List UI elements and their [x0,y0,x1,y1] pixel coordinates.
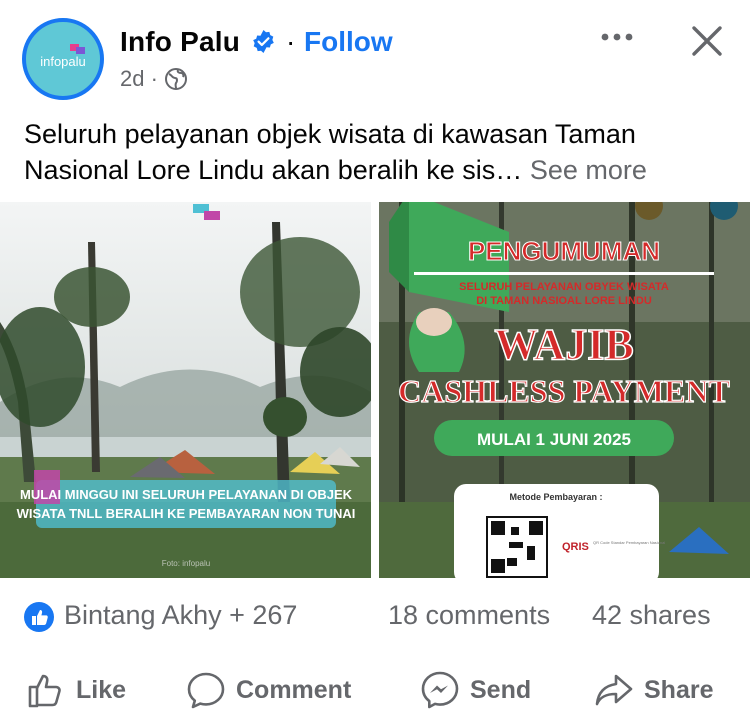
poster-payment-title: Metode Pembayaran : [509,492,602,502]
send-label: Send [470,675,532,704]
verified-badge-icon [253,30,274,53]
follow-button[interactable]: Follow [304,26,393,58]
more-horizontal-icon [601,33,633,41]
post-header: infopalu Info Palu · Follow 2d · [0,0,750,110]
poster-subline-1: SELURUH PELAYANAN OBYEK WISATA [459,281,669,293]
post-meta: 2d · [120,66,188,92]
poster-subline-2: DI TAMAN NASIOAL LORE LINDU [476,295,652,307]
reaction-stats: Bintang Akhy + 267 18 comments 42 shares [0,596,750,640]
poster-date-banner: MULAI 1 JUNI 2025 [477,430,631,449]
share-label: Share [644,675,714,704]
header-separator: · [286,26,296,57]
announcement-poster-image: PENGUMUMAN SELURUH PELAYANAN OBYEK WISAT… [379,202,750,578]
photo-grid: MULAI MINGGU INI SELURUH PELAYANAN DI OB… [0,202,750,578]
comment-button[interactable]: Comment [186,668,351,712]
post-text: Seluruh pelayanan objek wisata di kawasa… [24,116,729,188]
like-button[interactable]: Like [26,668,126,712]
photo-announcement-poster[interactable]: PENGUMUMAN SELURUH PELAYANAN OBYEK WISAT… [379,202,750,578]
poster-qris-label: QRIS [562,541,589,553]
campsite-photo-image: MULAI MINGGU INI SELURUH PELAYANAN DI OB… [0,202,371,578]
comment-bubble-icon [187,672,225,709]
photo1-caption-line2: WISATA TNLL BERALIH KE PEMBAYARAN NON TU… [17,506,356,521]
page-avatar[interactable]: infopalu [22,18,104,100]
post-age[interactable]: 2d · [120,66,158,92]
comment-label: Comment [236,675,352,704]
globe-icon[interactable] [164,67,188,91]
photo-campsite[interactable]: MULAI MINGGU INI SELURUH PELAYANAN DI OB… [0,202,371,578]
poster-qris-small: QR Code Standar Pembayaran Nasional [593,540,665,545]
poster-heading: PENGUMUMAN [468,236,660,266]
page-name[interactable]: Info Palu [120,26,240,58]
share-button[interactable]: Share [594,668,713,712]
close-button[interactable] [688,22,726,60]
like-reaction-icon[interactable] [24,602,54,632]
messenger-icon [421,671,459,709]
more-options-button[interactable] [598,22,638,52]
share-arrow-icon [595,674,633,706]
close-icon [692,26,722,56]
action-bar: Like Comment Send Share [0,660,750,720]
photo1-caption-line1: MULAI MINGGU INI SELURUH PELAYANAN DI OB… [20,487,353,502]
like-label: Like [76,675,127,704]
comments-count[interactable]: 18 comments [388,600,550,631]
see-more-link[interactable]: See more [530,155,647,185]
poster-cashless: CASHLESS PAYMENT [398,373,730,409]
thumbs-up-icon [28,674,61,708]
send-button[interactable]: Send [420,668,531,712]
infopalu-logo: infopalu [26,22,100,96]
shares-count[interactable]: 42 shares [592,600,711,631]
reactors-summary[interactable]: Bintang Akhy + 267 [64,600,297,631]
avatar-logo-text: infopalu [40,54,86,69]
photo1-watermark: Foto: infopalu [162,559,210,568]
poster-wajib: WAJIB [494,320,633,369]
